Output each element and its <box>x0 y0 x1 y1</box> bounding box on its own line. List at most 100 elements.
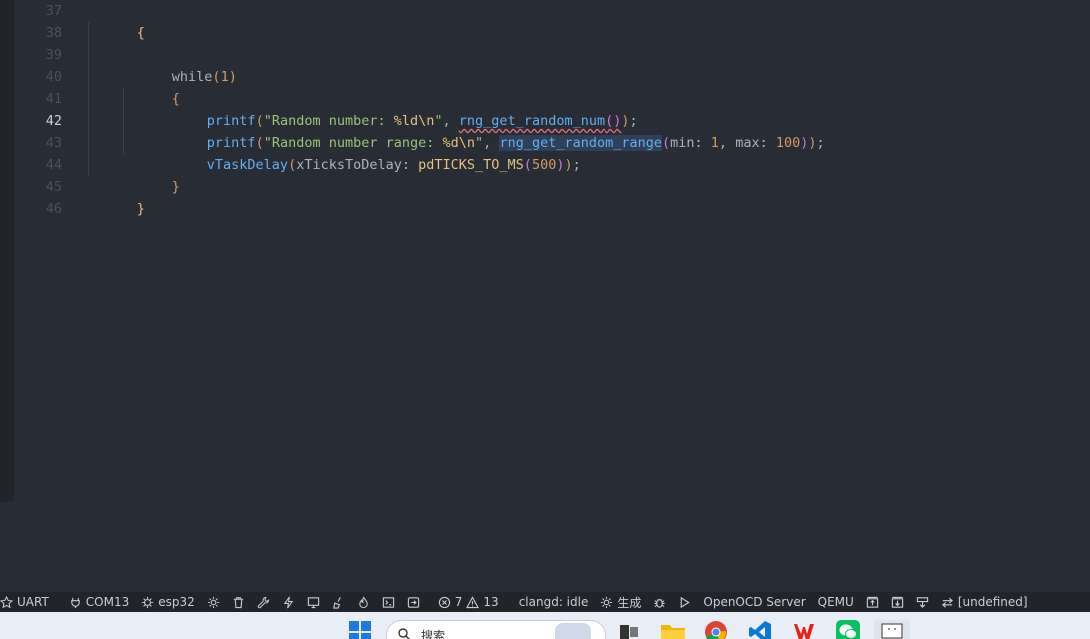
brace: } <box>136 201 145 217</box>
download-box-icon <box>891 596 903 608</box>
comma: , <box>718 135 736 151</box>
line-number: 41 <box>45 91 62 107</box>
line-number: 43 <box>45 135 62 151</box>
play-icon <box>681 596 691 608</box>
settings-button[interactable] <box>201 592 226 612</box>
paren: ( <box>662 135 671 151</box>
line-number-active: 42 <box>45 113 62 129</box>
inlay-hint-min: min: <box>670 135 703 151</box>
target-label: esp32 <box>158 595 195 609</box>
brace: { <box>136 25 145 41</box>
inlay-hint-xtickstodelay: xTicksToDelay: <box>296 157 410 173</box>
status-bar: UART COM13 esp32 7 13 clangd: idle 生成 Op… <box>0 592 1090 612</box>
uart-button[interactable]: UART <box>0 592 55 612</box>
error-icon <box>438 596 450 608</box>
monitor-icon <box>307 596 319 608</box>
paren: ( <box>288 157 297 173</box>
clangd-status[interactable]: clangd: idle <box>513 592 595 612</box>
paren: ) <box>808 135 817 151</box>
taskbar-search[interactable]: 搜索 <box>386 620 606 639</box>
flash-download-button[interactable] <box>910 592 935 612</box>
app-window-icon <box>881 623 903 639</box>
code-line-45[interactable]: } <box>88 176 145 217</box>
line-number: 37 <box>45 3 62 19</box>
paren: ) <box>228 69 237 85</box>
number-literal: 100 <box>767 135 801 151</box>
paren: ( <box>523 157 532 173</box>
semicolon: ; <box>572 157 581 173</box>
line-number: 38 <box>45 25 62 41</box>
openocd-server-button[interactable]: OpenOCD Server <box>697 592 811 612</box>
code-line-43[interactable]: vTaskDelay(xTicksToDelay: pdTICKS_TO_MS(… <box>158 132 581 173</box>
build-cn-button[interactable]: 生成 <box>594 592 647 612</box>
wps-office-icon[interactable] <box>792 620 816 639</box>
bug-icon <box>654 598 665 608</box>
line-number: 40 <box>45 69 62 85</box>
qemu-button[interactable]: QEMU <box>812 592 860 612</box>
gear-icon <box>207 596 219 608</box>
search-icon <box>398 628 410 639</box>
terminal-button[interactable] <box>376 592 401 612</box>
code-line-39[interactable]: while(1) <box>123 44 237 85</box>
download-button[interactable] <box>885 592 910 612</box>
active-app-highlight[interactable] <box>874 620 910 639</box>
semicolon: ; <box>816 135 825 151</box>
debug-button[interactable] <box>647 592 672 612</box>
wrench-icon <box>257 596 269 608</box>
problems-button[interactable]: 7 13 <box>432 592 505 612</box>
build-button[interactable] <box>251 592 276 612</box>
wechat-icon[interactable] <box>836 620 860 639</box>
uart-label: UART <box>17 595 49 609</box>
command-button[interactable] <box>401 592 426 612</box>
number-literal: 1 <box>702 135 719 151</box>
windows-start-icon[interactable] <box>348 620 372 639</box>
qemu-label: QEMU <box>817 595 854 609</box>
warning-icon <box>466 595 480 608</box>
code-line-42[interactable]: printf("Random number range: %d\n", rng_… <box>158 110 825 151</box>
function-call-vtaskdelay: vTaskDelay <box>206 157 289 173</box>
swap-button[interactable]: [undefined] <box>935 592 1034 612</box>
run-button[interactable] <box>672 592 697 612</box>
paren: ) <box>564 157 573 173</box>
gear-icon <box>601 596 613 608</box>
upload-box-icon <box>866 596 878 608</box>
undefined-label: [undefined] <box>957 595 1028 609</box>
star-icon <box>0 595 13 608</box>
build-flash-monitor-button[interactable] <box>351 592 376 612</box>
paren: ( <box>212 69 221 85</box>
vscode-icon[interactable] <box>748 620 772 639</box>
full-clean-button[interactable] <box>226 592 251 612</box>
line-number: 45 <box>45 179 62 195</box>
line-number: 46 <box>45 201 62 217</box>
macro-pdticks-to-ms: pdTICKS_TO_MS <box>410 157 524 173</box>
arrow-box-icon <box>407 596 419 608</box>
search-highlight-image <box>555 623 591 639</box>
debug-adapter-button[interactable] <box>326 592 351 612</box>
line-number: 39 <box>45 47 62 63</box>
build-cn-label: 生成 <box>617 595 642 610</box>
target-button[interactable]: esp32 <box>135 592 201 612</box>
file-explorer-icon[interactable] <box>660 620 686 639</box>
code-line-41[interactable]: printf("Random number: %ld\n", rng_get_r… <box>158 88 638 129</box>
monitor-button[interactable] <box>301 592 326 612</box>
flash-button[interactable] <box>276 592 301 612</box>
com-port-label: COM13 <box>85 595 130 609</box>
code-line-44[interactable]: } <box>123 154 180 195</box>
plug-icon <box>71 597 80 608</box>
number-literal: 500 <box>531 157 557 173</box>
upload-button[interactable] <box>860 592 885 612</box>
chip-icon <box>142 596 154 608</box>
code-editor[interactable]: 37 38 39 40 41 42 43 44 45 46 { while(1)… <box>0 0 1090 502</box>
brace: } <box>171 179 180 195</box>
line-number: 44 <box>45 157 62 173</box>
openocd-label: OpenOCD Server <box>703 595 806 609</box>
search-placeholder: 搜索 <box>421 629 446 639</box>
lightning-icon <box>283 596 293 608</box>
code-line-40[interactable]: { <box>123 66 180 107</box>
com-port-button[interactable]: COM13 <box>63 592 135 612</box>
editor-empty-area <box>0 502 1090 592</box>
chrome-icon[interactable] <box>704 620 728 639</box>
code-line-37[interactable]: { <box>88 0 145 41</box>
task-view-icon[interactable] <box>618 620 640 639</box>
flame-icon <box>359 595 368 608</box>
